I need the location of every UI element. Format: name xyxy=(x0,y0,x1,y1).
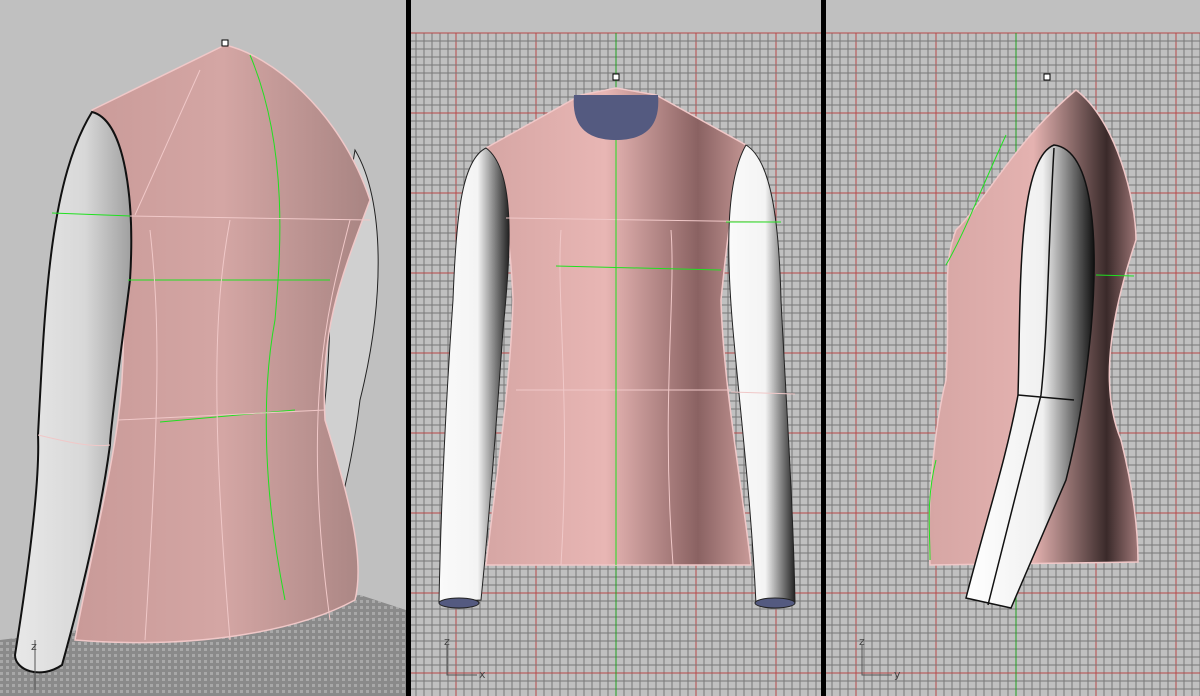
axis-label-z: z xyxy=(444,635,450,648)
control-point[interactable] xyxy=(221,39,229,47)
right-cuff xyxy=(754,597,796,609)
viewport-right[interactable]: z y xyxy=(826,0,1200,696)
axis-label-z: z xyxy=(859,635,865,648)
viewport-perspective[interactable]: z xyxy=(0,0,406,696)
right-scene: z y xyxy=(826,32,1200,696)
viewport-front[interactable]: z x xyxy=(411,0,821,696)
axis-label-z: z xyxy=(31,640,37,653)
garment-front xyxy=(485,87,752,566)
axis-label-x: x xyxy=(479,668,486,681)
axis-label-y: y xyxy=(894,668,901,681)
front-scene: z x xyxy=(411,32,821,696)
control-point[interactable] xyxy=(612,73,620,81)
control-point[interactable] xyxy=(1043,73,1051,81)
left-cuff xyxy=(438,597,480,609)
perspective-scene: z xyxy=(0,39,406,696)
